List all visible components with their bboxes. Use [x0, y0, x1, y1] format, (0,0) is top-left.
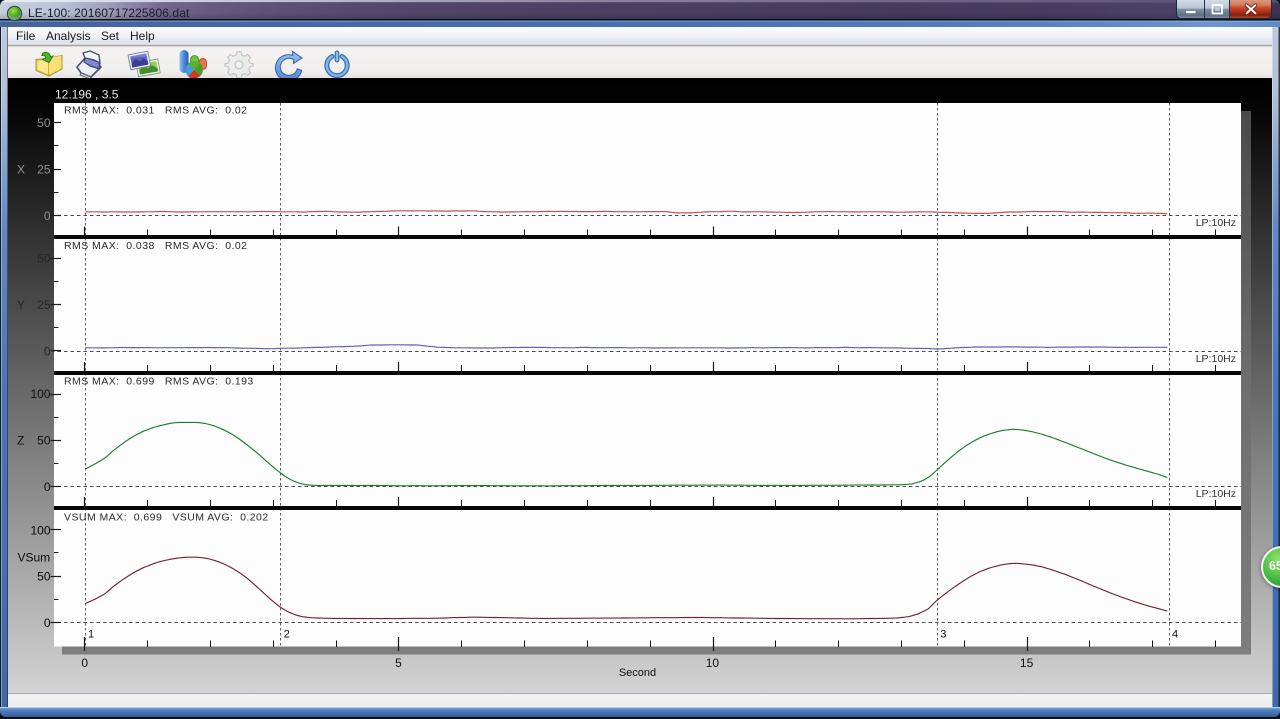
svg-text:LP:10Hz: LP:10Hz	[1196, 353, 1236, 365]
svg-text:25: 25	[37, 163, 51, 177]
svg-text:Y: Y	[17, 298, 25, 312]
svg-text:LP:10Hz: LP:10Hz	[1196, 488, 1236, 500]
svg-text:3: 3	[940, 629, 946, 641]
svg-text:0: 0	[44, 209, 51, 223]
svg-text:50: 50	[37, 116, 51, 130]
svg-text:0: 0	[81, 656, 88, 670]
svg-text:100: 100	[30, 523, 50, 537]
svg-text:0: 0	[44, 480, 51, 494]
svg-text:VSum: VSum	[18, 551, 51, 565]
svg-text:Second: Second	[619, 667, 656, 679]
svg-text:10: 10	[706, 656, 720, 670]
svg-text:0: 0	[44, 344, 51, 358]
svg-text:50: 50	[37, 570, 51, 584]
svg-text:0: 0	[44, 616, 51, 630]
svg-text:50: 50	[37, 434, 51, 448]
svg-text:4: 4	[1172, 629, 1178, 641]
svg-text:50: 50	[37, 252, 51, 266]
svg-text:12.196 , 3.5: 12.196 , 3.5	[55, 88, 119, 102]
svg-text:VSUM MAX: 0.699 VSUM AVG:: VSUM MAX: 0.699 VSUM AVG: 0.202	[64, 511, 269, 523]
svg-text:LP:10Hz: LP:10Hz	[1196, 217, 1236, 229]
svg-text:2: 2	[284, 629, 290, 641]
svg-text:Z: Z	[17, 434, 24, 448]
svg-text:RMS MAX: 0.038 RMS AVG: 0.: RMS MAX: 0.038 RMS AVG: 0.02	[64, 240, 247, 252]
svg-text:RMS MAX: 0.699 RMS AVG: 0.: RMS MAX: 0.699 RMS AVG: 0.193	[64, 376, 254, 388]
svg-text:1: 1	[88, 629, 94, 641]
svg-text:5: 5	[395, 656, 402, 670]
svg-text:100: 100	[30, 387, 50, 401]
svg-text:X: X	[17, 163, 25, 177]
svg-text:15: 15	[1020, 656, 1034, 670]
svg-text:25: 25	[37, 298, 51, 312]
svg-text:RMS MAX: 0.031 RMS AVG: 0.: RMS MAX: 0.031 RMS AVG: 0.02	[64, 104, 247, 116]
